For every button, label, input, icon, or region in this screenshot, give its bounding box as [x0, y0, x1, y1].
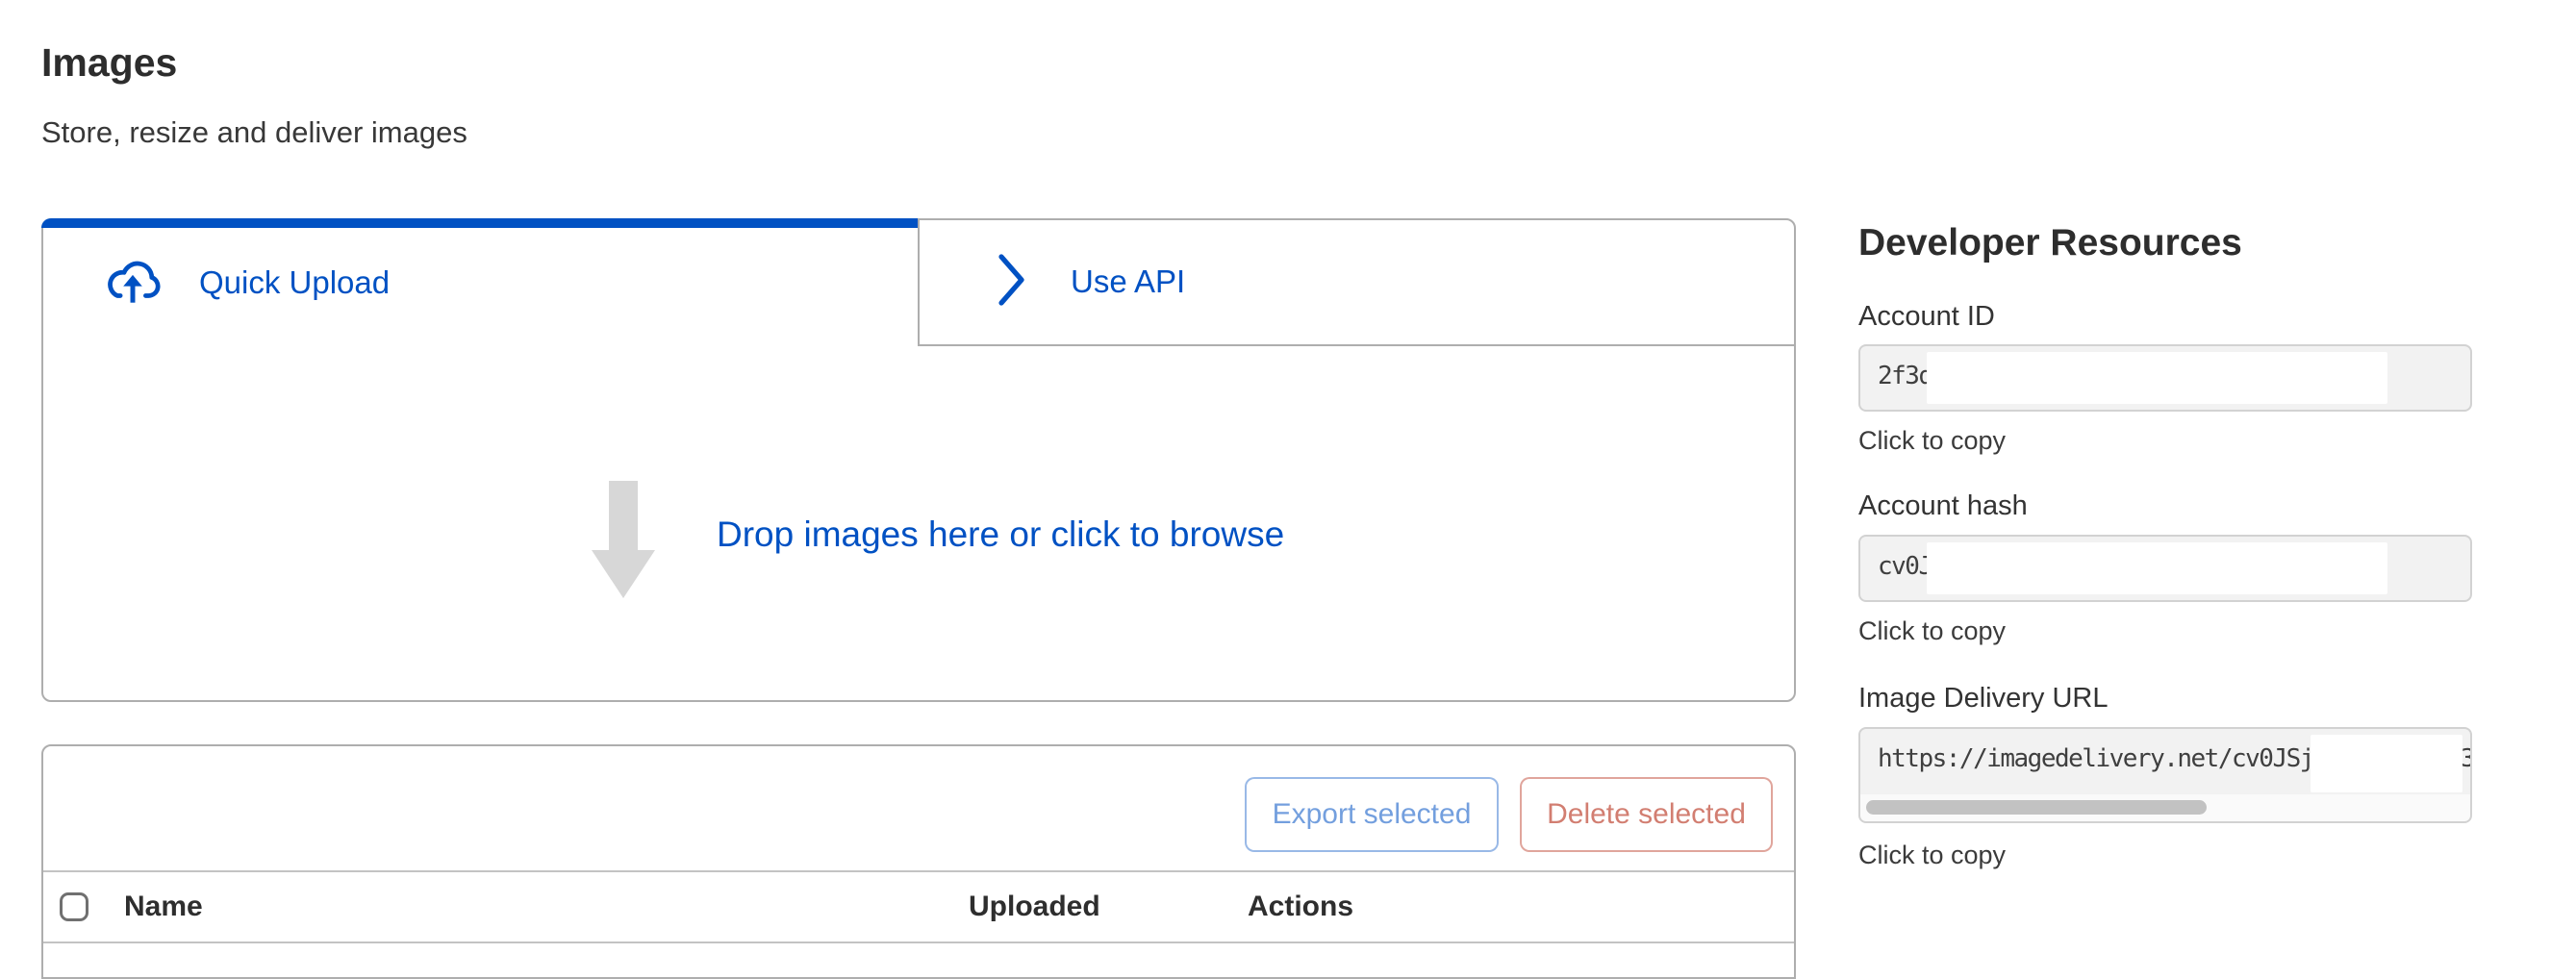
dropzone-browse-link[interactable]: Drop images here or click to browse [717, 515, 1284, 555]
cloud-upload-icon [101, 257, 164, 310]
image-delivery-url-label: Image Delivery URL [1858, 683, 2108, 715]
horizontal-scrollbar-thumb[interactable] [1866, 800, 2207, 815]
tab-bottom-border [920, 344, 1794, 346]
account-id-copy-hint: Click to copy [1858, 426, 2006, 456]
account-hash-copy-hint: Click to copy [1858, 616, 2006, 646]
column-header-actions: Actions [1248, 891, 1353, 923]
column-header-name: Name [124, 891, 203, 923]
delete-selected-button[interactable]: Delete selected [1520, 777, 1773, 852]
active-tab-indicator [41, 218, 920, 228]
images-table-panel: Export selected Delete selected Name Upl… [41, 744, 1796, 979]
column-header-uploaded: Uploaded [969, 891, 1100, 923]
page-subtitle: Store, resize and deliver images [41, 115, 467, 150]
developer-resources-heading: Developer Resources [1858, 222, 2242, 264]
tab-use-api-label: Use API [1071, 264, 1185, 300]
tab-quick-upload[interactable]: Quick Upload [101, 255, 390, 311]
redaction-overlay [1927, 352, 2387, 404]
account-hash-copy-field[interactable]: cv0J [1858, 535, 2472, 602]
account-id-value: 2f3d [1878, 346, 1932, 406]
image-delivery-url-copy-field[interactable]: https://imagedelivery.net/cv0JSj 3 [1858, 727, 2472, 823]
tab-divider [918, 218, 920, 346]
image-delivery-url-copy-hint: Click to copy [1858, 841, 2006, 870]
redaction-overlay [2311, 735, 2462, 792]
horizontal-scrollbar-track [1860, 794, 2470, 821]
redaction-overlay [1927, 542, 2387, 594]
chevron-right-icon [996, 253, 1026, 312]
image-delivery-url-value: https://imagedelivery.net/cv0JSj [1878, 729, 2313, 789]
export-selected-button[interactable]: Export selected [1245, 777, 1499, 852]
account-hash-value: cv0J [1878, 537, 1932, 596]
developer-resources-sidebar: Developer Resources Account ID 2f3d Clic… [1858, 0, 2472, 954]
page-title: Images [41, 40, 177, 86]
account-id-copy-field[interactable]: 2f3d [1858, 344, 2472, 412]
table-header-row: Name Uploaded Actions [43, 870, 1794, 943]
upload-panel: Quick Upload Use API Drop images here or… [41, 218, 1796, 702]
account-hash-label: Account hash [1858, 490, 2028, 522]
drop-arrow-icon [592, 481, 655, 598]
account-id-label: Account ID [1858, 301, 1995, 333]
select-all-checkbox[interactable] [60, 892, 88, 921]
tab-use-api[interactable]: Use API [996, 253, 1185, 311]
tab-quick-upload-label: Quick Upload [199, 264, 390, 301]
